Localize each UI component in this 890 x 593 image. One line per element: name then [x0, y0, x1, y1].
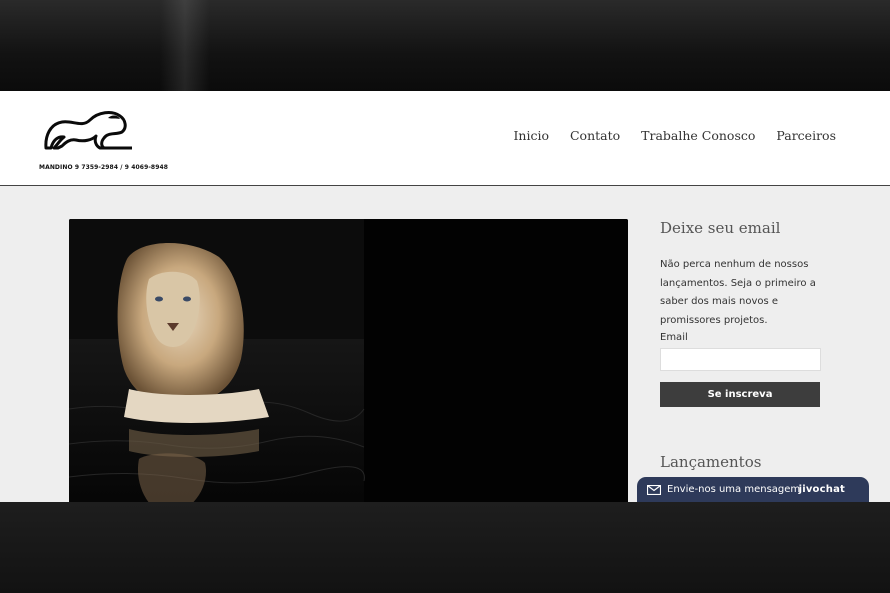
email-widget-title: Deixe seu email: [660, 219, 781, 237]
main-nav: Inicio Contato Trabalhe Conosco Parceiro…: [513, 128, 836, 143]
chat-message: Envie-nos uma mensagem: [667, 484, 801, 495]
sidebar: Deixe seu email Não perca nenhum de noss…: [660, 219, 825, 407]
hero-image[interactable]: [69, 219, 628, 502]
site-header: MANDINO 9 7359-2984 / 9 4069-8948 Inicio…: [0, 91, 890, 186]
email-field[interactable]: [660, 348, 821, 371]
email-widget-text: Não perca nenhum de nossos lançamentos. …: [660, 259, 816, 326]
lion-photo: [69, 219, 628, 502]
chat-widget[interactable]: Envie-nos uma mensagem jivochat: [637, 477, 869, 502]
site-logo[interactable]: MANDINO 9 7359-2984 / 9 4069-8948: [38, 106, 168, 171]
main-content: Deixe seu email Não perca nenhum de noss…: [0, 186, 890, 502]
chat-brand: jivochat: [798, 484, 845, 495]
nav-item-contato[interactable]: Contato: [570, 128, 620, 143]
launches-title: Lançamentos: [660, 453, 762, 471]
panther-logo-icon: [44, 111, 132, 150]
nav-item-trabalhe-conosco[interactable]: Trabalhe Conosco: [641, 128, 755, 143]
nav-item-inicio[interactable]: Inicio: [513, 128, 549, 143]
background-bottom: [0, 502, 890, 593]
nav-item-parceiros[interactable]: Parceiros: [776, 128, 836, 143]
email-field-label: Email: [660, 332, 688, 343]
subscribe-button[interactable]: Se inscreva: [660, 382, 820, 407]
envelope-icon: [647, 484, 661, 495]
logo-caption: MANDINO 9 7359-2984 / 9 4069-8948: [39, 164, 169, 171]
background-top: [0, 0, 890, 91]
